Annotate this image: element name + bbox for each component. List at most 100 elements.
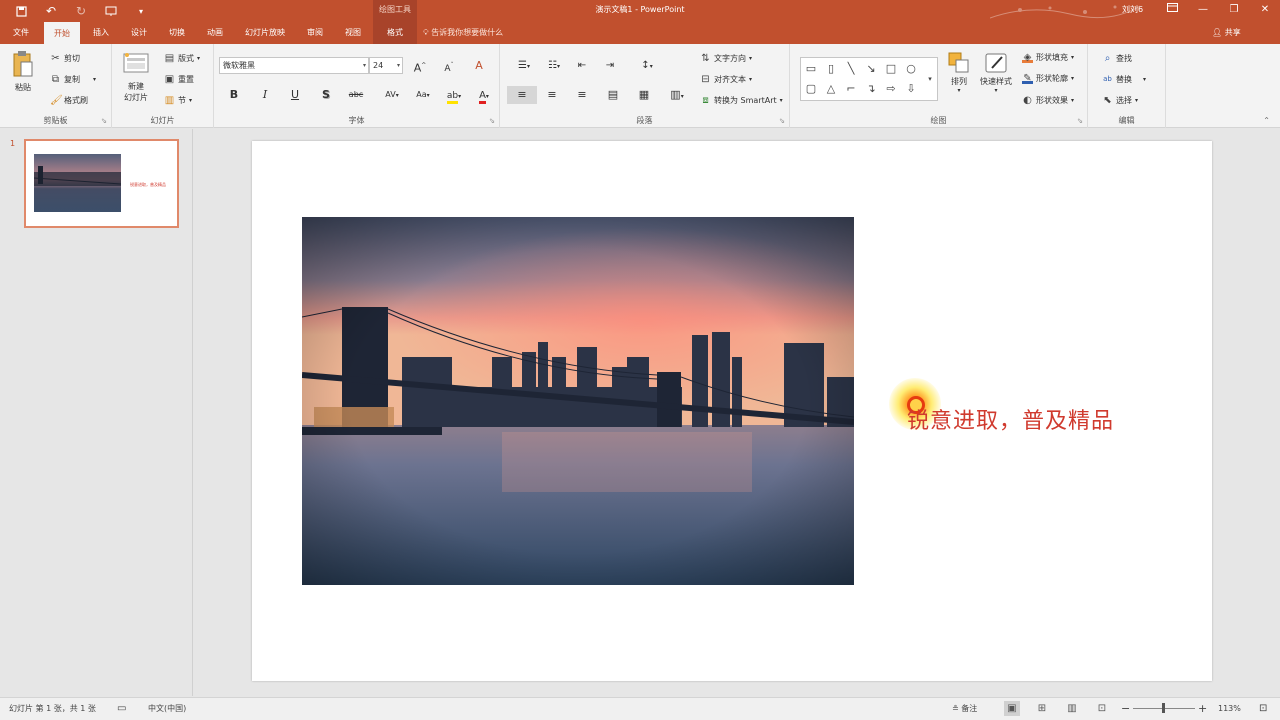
tell-me-search[interactable]: 💡︎ 告诉我你想要做什么	[423, 22, 503, 44]
cut-button[interactable]: ✂ 剪切	[50, 53, 80, 64]
language-status[interactable]: 中文(中国)	[148, 698, 186, 719]
present-icon[interactable]	[96, 0, 126, 22]
dialog-launcher-icon[interactable]: ⬂	[489, 117, 495, 125]
slide-textbox[interactable]: 锐意进取，普及精品	[907, 403, 1114, 435]
undo-icon[interactable]: ↶	[36, 0, 66, 22]
tab-design[interactable]: 设计	[122, 22, 156, 44]
tab-insert[interactable]: 插入	[84, 22, 118, 44]
rounded-rect-shape-icon[interactable]: ▢	[804, 82, 818, 96]
char-spacing-button[interactable]: AV▾	[380, 86, 404, 104]
align-left-button[interactable]: ≡	[507, 86, 537, 104]
shrink-font-button[interactable]: Aˇ	[439, 57, 459, 75]
underline-button[interactable]: U	[285, 86, 305, 104]
oval-shape-icon[interactable]: ○	[904, 62, 918, 76]
copy-button[interactable]: ⧉ 复制 ▾	[50, 74, 96, 85]
tab-format[interactable]: 格式	[373, 22, 417, 44]
zoom-slider-thumb[interactable]	[1162, 703, 1165, 713]
spell-check-icon[interactable]: ▭	[117, 698, 126, 719]
layout-button[interactable]: ▤ 版式 ▾	[164, 53, 200, 64]
slide-canvas[interactable]: 锐意进取，普及精品	[252, 141, 1212, 681]
line-shape-icon[interactable]: ╲	[844, 62, 858, 76]
ribbon-display-icon[interactable]	[1157, 0, 1187, 22]
arrow-shape-icon[interactable]: ↘	[864, 62, 878, 76]
quick-styles-button[interactable]: 快速样式 ▾	[978, 52, 1014, 94]
collapse-ribbon-icon[interactable]: ⌃	[1263, 116, 1270, 125]
save-icon[interactable]	[6, 0, 36, 22]
arrange-button[interactable]: 排列 ▾	[945, 52, 973, 94]
tab-animations[interactable]: 动画	[198, 22, 232, 44]
font-size-combo[interactable]: 24 ▾	[369, 57, 403, 74]
shape-effects-button[interactable]: ◐ 形状效果 ▾	[1022, 95, 1074, 106]
dialog-launcher-icon[interactable]: ⬂	[101, 117, 107, 125]
strikethrough-button[interactable]: abc	[346, 86, 366, 104]
slide-thumbnail[interactable]: 锐意进取，普及精品	[24, 139, 179, 228]
bullets-button[interactable]: ☰▾	[510, 57, 538, 75]
section-button[interactable]: ▥ 节 ▾	[164, 95, 192, 106]
shapes-gallery[interactable]: ▭ ▯ ╲ ↘ □ ○ ▢ △ ⌐ ↴ ⇨ ⇩ ▾	[800, 57, 938, 101]
rectangle-shape-icon[interactable]: □	[884, 62, 898, 76]
customize-icon[interactable]: ▾	[126, 0, 156, 22]
notes-button[interactable]: ≗ 备注	[952, 698, 977, 719]
reading-view-icon[interactable]: ▥	[1064, 701, 1080, 716]
replace-button[interactable]: ab 替换 ▾	[1102, 74, 1146, 85]
tab-view[interactable]: 视图	[336, 22, 370, 44]
new-slide-button[interactable]: 新建 幻灯片	[120, 52, 152, 103]
slide-photo[interactable]	[302, 217, 854, 585]
smartart-button[interactable]: ⧈ 转换为 SmartArt ▾	[700, 95, 782, 106]
numbering-button[interactable]: ☷▾	[540, 57, 568, 75]
elbow-arrow-icon[interactable]: ↴	[864, 82, 878, 96]
distributed-button[interactable]: ▦	[634, 86, 654, 104]
reset-button[interactable]: ▣ 重置	[164, 74, 194, 85]
minimize-button[interactable]: —	[1188, 0, 1218, 22]
vertical-textbox-shape-icon[interactable]: ▯	[824, 62, 838, 76]
tab-slideshow[interactable]: 幻灯片放映	[238, 22, 292, 44]
slide-thumbnail-pane[interactable]: 1 锐意进取，普及精品	[0, 129, 193, 696]
increase-indent-icon[interactable]: ⇥	[600, 57, 620, 75]
text-shadow-button[interactable]: S	[316, 86, 336, 104]
dialog-launcher-icon[interactable]: ⬂	[1077, 117, 1083, 125]
select-button[interactable]: ⬉ 选择 ▾	[1102, 95, 1138, 106]
align-right-button[interactable]: ≡	[572, 86, 592, 104]
elbow-connector-icon[interactable]: ⌐	[844, 82, 858, 96]
paste-button[interactable]: 粘贴	[8, 50, 38, 100]
italic-button[interactable]: I	[255, 86, 275, 104]
zoom-in-button[interactable]: +	[1198, 698, 1207, 719]
decrease-indent-icon[interactable]: ⇤	[572, 57, 592, 75]
grow-font-button[interactable]: A^	[410, 57, 430, 75]
fit-slide-icon[interactable]: ⊡	[1259, 698, 1267, 719]
find-button[interactable]: ⌕ 查找	[1102, 53, 1132, 64]
redo-icon[interactable]: ↻	[66, 0, 96, 22]
change-case-button[interactable]: Aa▾	[411, 86, 435, 104]
dialog-launcher-icon[interactable]: ⬂	[779, 117, 785, 125]
align-text-button[interactable]: ⊟ 对齐文本 ▾	[700, 74, 752, 85]
highlight-button[interactable]: ab▾	[442, 86, 466, 104]
user-name[interactable]: 刘刘6	[1122, 0, 1143, 20]
bold-button[interactable]: B	[224, 86, 244, 104]
right-arrow-shape-icon[interactable]: ⇨	[884, 82, 898, 96]
font-color-button[interactable]: A▾	[472, 86, 496, 104]
tab-file[interactable]: 文件	[4, 22, 38, 44]
shape-outline-button[interactable]: ✎ 形状轮廓 ▾	[1022, 73, 1074, 84]
clear-format-button[interactable]: A	[469, 57, 489, 75]
normal-view-icon[interactable]: ▣	[1004, 701, 1020, 716]
triangle-shape-icon[interactable]: △	[824, 82, 838, 96]
restore-button[interactable]: ❐	[1219, 0, 1249, 22]
share-button[interactable]: 👤︎ 共享	[1212, 22, 1241, 44]
line-spacing-button[interactable]: ↕▾	[634, 57, 660, 75]
font-name-combo[interactable]: 微软雅黑 ▾	[219, 57, 369, 74]
align-center-button[interactable]: ≡	[542, 86, 562, 104]
format-painter-button[interactable]: 🖌︎ 格式刷	[50, 95, 88, 106]
down-arrow-shape-icon[interactable]: ⇩	[904, 82, 918, 96]
shape-fill-button[interactable]: ◈ 形状填充 ▾	[1022, 52, 1074, 63]
tab-transitions[interactable]: 切换	[160, 22, 194, 44]
zoom-out-button[interactable]: −	[1121, 698, 1130, 719]
gallery-more-icon[interactable]: ▾	[923, 72, 937, 86]
tab-review[interactable]: 审阅	[298, 22, 332, 44]
zoom-level[interactable]: 113%	[1218, 698, 1241, 719]
slide-sorter-icon[interactable]: ⊞	[1034, 701, 1050, 716]
slideshow-view-icon[interactable]: ⊡	[1094, 701, 1110, 716]
close-button[interactable]: ✕	[1250, 0, 1280, 22]
justify-button[interactable]: ▤	[603, 86, 623, 104]
textbox-shape-icon[interactable]: ▭	[804, 62, 818, 76]
text-direction-button[interactable]: ⇅ 文字方向 ▾	[700, 53, 752, 64]
